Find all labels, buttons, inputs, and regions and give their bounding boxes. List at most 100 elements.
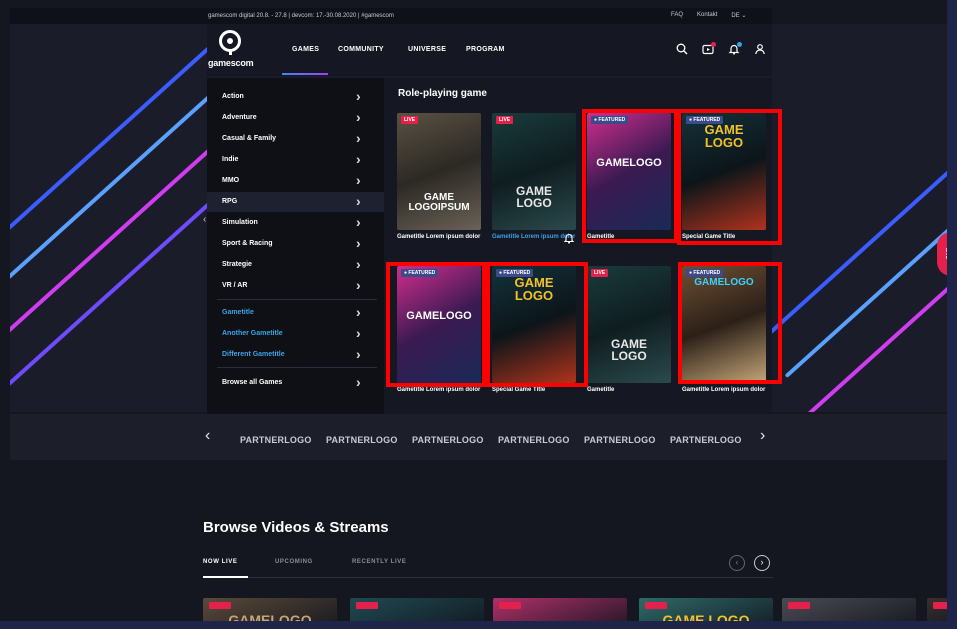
- nav-games[interactable]: GAMES: [292, 46, 319, 53]
- event-info: gamescom digital 20.8. - 27.8 | devcom: …: [208, 13, 394, 19]
- menu-item-adventure[interactable]: Adventure ›: [207, 108, 384, 128]
- language-select[interactable]: DE ⌄: [731, 12, 746, 19]
- menu-item-label: Gametitle: [222, 309, 254, 316]
- stream-thumbnail[interactable]: GAMELOGO: [203, 598, 337, 621]
- game-card-title[interactable]: Gametitle Lorem ipsum dolor: [397, 233, 483, 242]
- game-card[interactable]: LIVE GAME LOGOIPSUM: [397, 113, 481, 230]
- partners-prev-icon[interactable]: ‹: [205, 427, 210, 445]
- menu-item-strategie[interactable]: Strategie ›: [207, 255, 384, 275]
- live-badge: [788, 602, 810, 609]
- gamescom-logo[interactable]: gamescom: [208, 30, 254, 75]
- chevron-right-icon: ›: [356, 346, 361, 362]
- notify-bell-icon[interactable]: [563, 231, 575, 244]
- game-card[interactable]: LIVE GAME LOGO: [587, 266, 671, 383]
- chevron-right-icon: ›: [356, 325, 361, 341]
- tab-upcoming[interactable]: UPCOMING: [275, 559, 313, 565]
- hero-prev-arrow-icon[interactable]: ‹: [203, 214, 206, 225]
- game-logo: GAME LOGO: [611, 337, 647, 363]
- chevron-right-icon: ›: [356, 109, 361, 125]
- chevron-right-icon: ›: [356, 214, 361, 230]
- menu-item-casual-family[interactable]: Casual & Family ›: [207, 129, 384, 149]
- stripe: [784, 93, 947, 379]
- game-card-title[interactable]: Special Game Title: [492, 386, 578, 395]
- tab-recently-live[interactable]: RECENTLY LIVE: [352, 559, 406, 565]
- menu-item-label: Browse all Games: [222, 379, 283, 386]
- menu-item-label: Sport & Racing: [222, 240, 273, 247]
- stripe: [10, 43, 210, 329]
- video-notification-dot: [711, 42, 716, 47]
- menu-featured-2[interactable]: Another Gametitle ›: [207, 324, 384, 344]
- partner-logo[interactable]: PARTNERLOGO: [670, 435, 742, 445]
- kontakt-link[interactable]: Kontakt: [697, 12, 717, 19]
- live-badge: [645, 602, 667, 609]
- top-bar: gamescom digital 20.8. - 27.8 | devcom: …: [10, 8, 772, 24]
- menu-item-label: Strategie: [222, 261, 252, 268]
- game-card-title[interactable]: Gametitle: [587, 386, 673, 395]
- partner-logo[interactable]: PARTNERLOGO: [498, 435, 570, 445]
- nav-program[interactable]: PROGRAM: [466, 46, 505, 53]
- thumb-logo: GAMELOGO: [228, 612, 312, 621]
- stream-thumbnail[interactable]: GAME LOGO: [639, 598, 773, 621]
- logo-pin: [229, 49, 232, 55]
- chevron-right-icon: ›: [356, 256, 361, 272]
- faq-link[interactable]: FAQ: [671, 12, 683, 19]
- live-badge: LIVE: [496, 116, 514, 124]
- live-badge: LIVE: [401, 116, 419, 124]
- stream-thumbnail[interactable]: [782, 598, 916, 621]
- tab-active-indicator: [203, 576, 248, 578]
- search-icon[interactable]: [675, 43, 689, 57]
- game-card[interactable]: LIVE GAME LOGO: [492, 113, 576, 230]
- live-badge: [356, 602, 378, 609]
- menu-item-label: VR / AR: [222, 282, 248, 289]
- highlight-box: [386, 262, 486, 387]
- menu-item-mmo[interactable]: MMO ›: [207, 171, 384, 191]
- live-badge: [209, 602, 231, 609]
- game-logo: GAME LOGO: [516, 184, 552, 210]
- thumb-logo: GAME LOGO: [662, 612, 750, 621]
- decor-stripes-left: [10, 24, 210, 412]
- menu-item-sport-racing[interactable]: Sport & Racing ›: [207, 234, 384, 254]
- chevron-right-icon: ›: [356, 374, 361, 390]
- panel-title: Role-playing game: [398, 88, 487, 99]
- streams-next-icon[interactable]: ›: [754, 555, 770, 571]
- nav-active-indicator: [282, 73, 328, 75]
- partner-logo[interactable]: PARTNERLOGO: [240, 435, 312, 445]
- highlight-box: [582, 109, 678, 243]
- live-side-tab[interactable]: LIVE: [937, 232, 947, 276]
- menu-item-indie[interactable]: Indie ›: [207, 150, 384, 170]
- user-icon[interactable]: [753, 43, 767, 57]
- tab-now-live[interactable]: NOW LIVE: [203, 559, 237, 565]
- nav-community[interactable]: COMMUNITY: [338, 46, 384, 53]
- partner-logo[interactable]: PARTNERLOGO: [412, 435, 484, 445]
- menu-item-action[interactable]: Action ›: [207, 87, 384, 107]
- stream-thumbnail[interactable]: [927, 598, 947, 621]
- menu-divider: [217, 299, 377, 300]
- stripe: [10, 123, 210, 409]
- highlight-box: [677, 109, 782, 245]
- nav-universe[interactable]: UNIVERSE: [408, 46, 446, 53]
- stream-thumbnail[interactable]: [350, 598, 484, 621]
- menu-featured-1[interactable]: Gametitle ›: [207, 303, 384, 323]
- partner-logo[interactable]: PARTNERLOGO: [584, 435, 656, 445]
- partner-logo[interactable]: PARTNERLOGO: [326, 435, 398, 445]
- live-badge: [499, 602, 521, 609]
- menu-item-label: Casual & Family: [222, 135, 277, 142]
- chevron-right-icon: ›: [356, 235, 361, 251]
- menu-item-vr-ar[interactable]: VR / AR ›: [207, 276, 384, 296]
- menu-item-label: Action: [222, 93, 244, 100]
- game-card-title[interactable]: Gametitle Lorem ipsum dolor: [397, 386, 483, 395]
- menu-item-simulation[interactable]: Simulation ›: [207, 213, 384, 233]
- menu-featured-3[interactable]: Different Gametitle ›: [207, 345, 384, 365]
- game-card-title[interactable]: Gametitle Lorem ipsum dolor: [682, 386, 768, 395]
- partners-next-icon[interactable]: ›: [760, 427, 765, 445]
- stream-thumbnail[interactable]: [493, 598, 627, 621]
- menu-item-rpg[interactable]: RPG ›: [207, 192, 384, 212]
- browse-all-games-link[interactable]: Browse all Games ›: [207, 373, 384, 393]
- menu-item-label: RPG: [222, 198, 238, 205]
- menu-item-label: Simulation: [222, 219, 258, 226]
- chevron-right-icon: ›: [356, 304, 361, 320]
- highlight-box: [486, 262, 588, 387]
- streams-prev-icon[interactable]: ‹: [729, 555, 745, 571]
- chevron-right-icon: ›: [356, 130, 361, 146]
- game-logo: GAME LOGOIPSUM: [408, 192, 470, 213]
